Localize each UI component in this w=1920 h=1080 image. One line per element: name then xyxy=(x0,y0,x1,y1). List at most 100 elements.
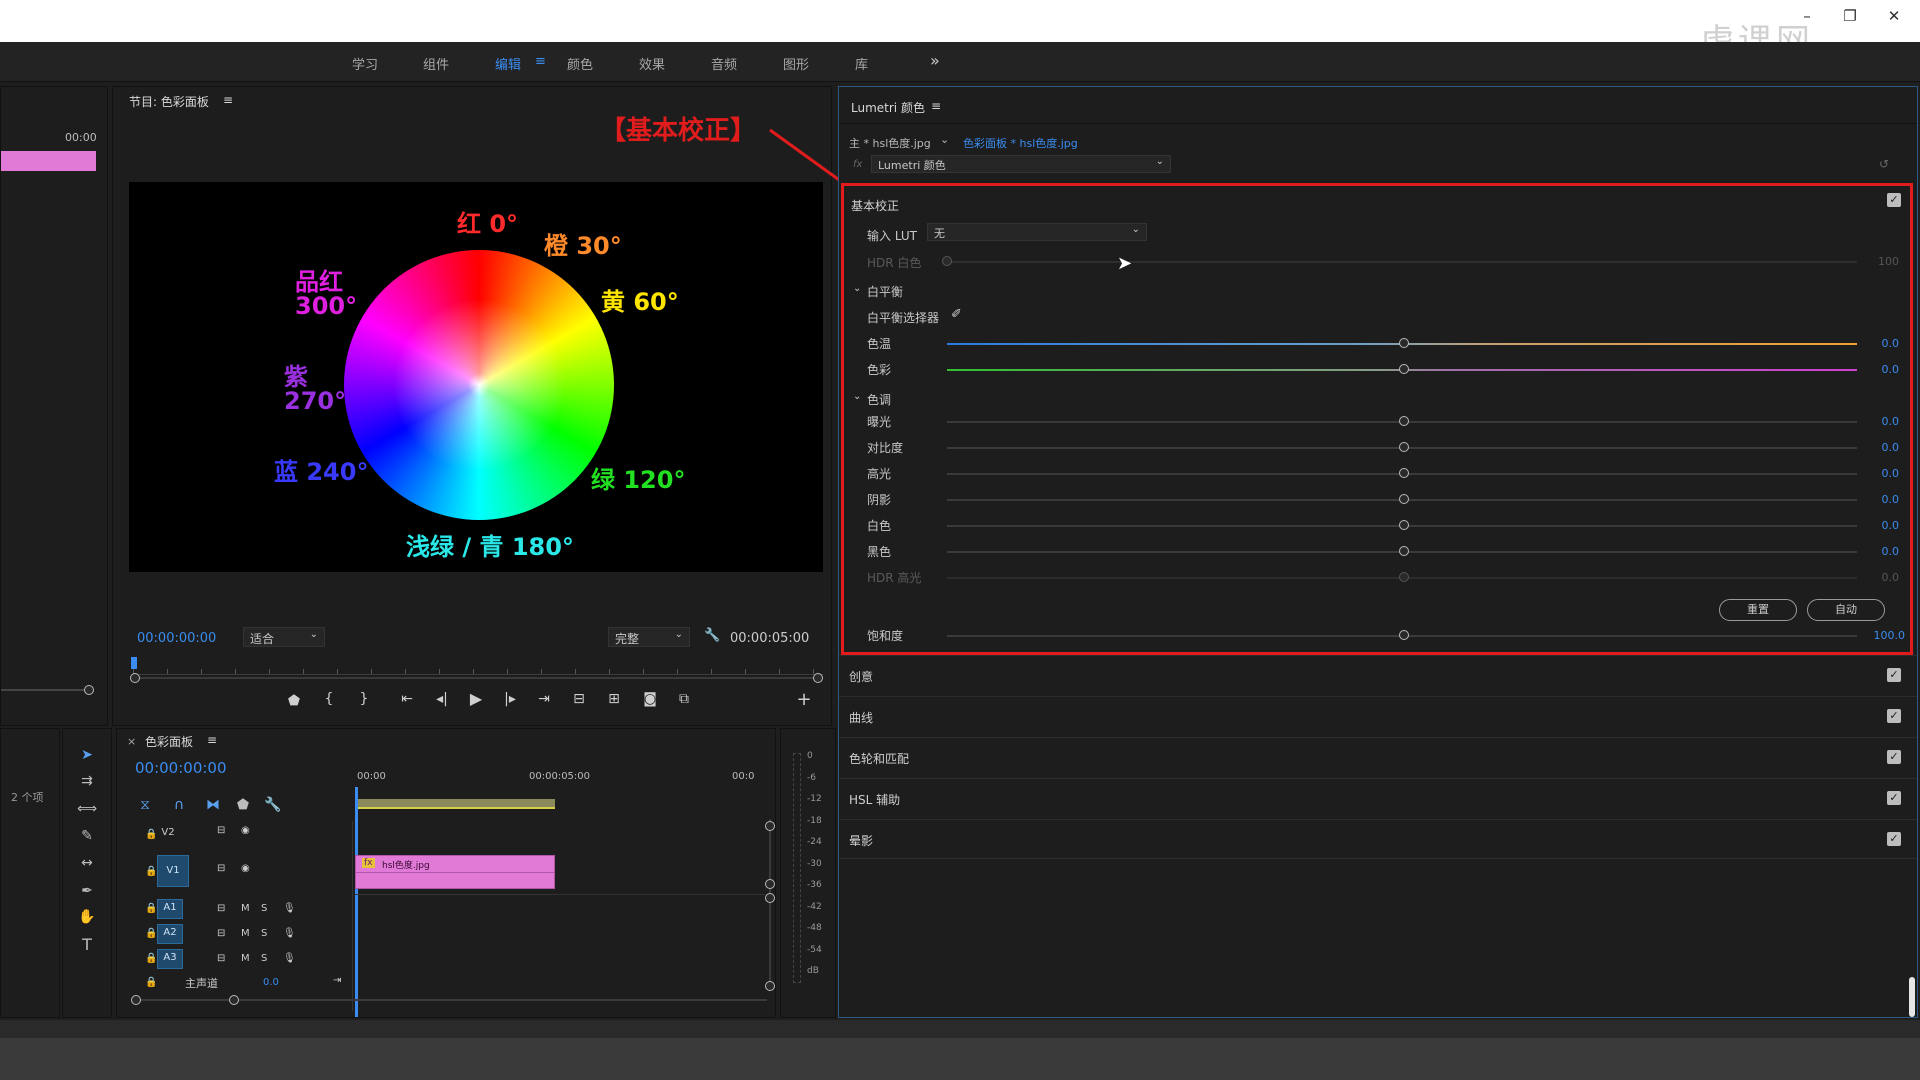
lock-icon[interactable]: 🔒 xyxy=(145,864,157,880)
temperature-value[interactable]: 0.0 xyxy=(1859,337,1900,350)
nest-icon[interactable]: ⧖ xyxy=(135,795,155,815)
tab-assembly[interactable]: 组件 xyxy=(423,54,449,73)
white-balance-title[interactable]: 白平衡 xyxy=(867,283,903,300)
basic-correction-checkbox[interactable]: ✓ xyxy=(1887,193,1901,207)
track-a3[interactable]: A3 xyxy=(157,949,183,969)
scrub-ruler[interactable] xyxy=(133,659,823,675)
section-color-wheels[interactable]: 色轮和匹配 ✓ xyxy=(839,737,1917,777)
solo-button[interactable]: S xyxy=(261,926,267,942)
sync-icon[interactable]: ⊟ xyxy=(217,861,225,877)
zoom-scrollbar[interactable] xyxy=(133,677,823,679)
chevron-down-icon[interactable]: ⌄ xyxy=(853,283,861,294)
vscroll-handle[interactable] xyxy=(765,981,775,991)
tab-editing[interactable]: 编辑 xyxy=(495,54,521,73)
mute-button[interactable]: M xyxy=(241,901,250,917)
slip-tool-icon[interactable]: ↔ xyxy=(77,853,97,873)
tone-value[interactable]: 0.0 xyxy=(1859,467,1900,480)
hand-tool-icon[interactable]: ✋ xyxy=(77,907,97,927)
master-track-value[interactable]: 0.0 xyxy=(263,977,279,988)
eye-icon[interactable]: ◉ xyxy=(241,823,250,839)
tone-value[interactable]: 0.0 xyxy=(1859,415,1900,428)
playhead[interactable] xyxy=(131,657,137,669)
mic-icon[interactable]: 🎙 xyxy=(283,901,296,917)
go-to-out-icon[interactable]: ⇥ xyxy=(533,691,555,707)
program-timecode[interactable]: 00:00:00:00 xyxy=(137,631,216,646)
eyedropper-icon[interactable]: ✐ xyxy=(951,307,962,322)
wrench-icon[interactable]: 🔧 xyxy=(263,795,283,815)
hdr-white-handle[interactable] xyxy=(942,256,952,266)
zoom-handle-left[interactable] xyxy=(130,673,140,683)
tone-slider-handle[interactable] xyxy=(1399,520,1409,530)
mark-out-icon[interactable]: } xyxy=(353,691,375,707)
tone-slider-handle[interactable] xyxy=(1399,572,1409,582)
saturation-handle[interactable] xyxy=(1399,630,1409,640)
source-sequence-tab[interactable]: 色彩面板 * hsl色度.jpg xyxy=(963,135,1078,151)
section-creative[interactable]: 创意 ✓ xyxy=(839,655,1917,695)
hdr-white-slider[interactable] xyxy=(947,261,1857,263)
hscroll-handle-right[interactable] xyxy=(229,995,239,1005)
hsl-checkbox[interactable]: ✓ xyxy=(1887,791,1901,805)
step-forward-icon[interactable]: |▸ xyxy=(499,691,521,707)
type-tool-icon[interactable]: T xyxy=(77,935,97,955)
razor-tool-icon[interactable]: ✎ xyxy=(77,826,97,846)
tab-audio[interactable]: 音频 xyxy=(711,54,737,73)
track-select-tool-icon[interactable]: ⇉ xyxy=(77,771,97,791)
solo-button[interactable]: S xyxy=(261,951,267,967)
section-vignette[interactable]: 晕影 ✓ xyxy=(839,819,1917,859)
section-hsl-secondary[interactable]: HSL 辅助 ✓ xyxy=(839,778,1917,818)
export-frame-icon[interactable]: ◙ xyxy=(639,691,661,707)
lumetri-scrollbar[interactable] xyxy=(1909,977,1915,1017)
add-button-icon[interactable]: + xyxy=(793,689,815,710)
hdr-white-value[interactable]: 100 xyxy=(1859,255,1899,268)
mark-in-icon[interactable]: { xyxy=(318,691,340,707)
lock-icon[interactable]: 🔒 xyxy=(145,901,157,917)
tone-slider-handle[interactable] xyxy=(1399,442,1409,452)
color-wheels-checkbox[interactable]: ✓ xyxy=(1887,750,1901,764)
tone-slider-handle[interactable] xyxy=(1399,494,1409,504)
solo-button[interactable]: S xyxy=(261,901,267,917)
ripple-edit-tool-icon[interactable]: ⟺ xyxy=(77,799,97,819)
work-area-bar[interactable] xyxy=(355,799,555,809)
source-main-tab[interactable]: 主 * hsl色度.jpg xyxy=(849,135,931,151)
pen-tool-icon[interactable]: ✒ xyxy=(77,881,97,901)
auto-button[interactable]: 自动 xyxy=(1807,599,1885,621)
tone-value[interactable]: 0.0 xyxy=(1859,519,1900,532)
program-menu-icon[interactable]: ≡ xyxy=(223,93,233,107)
compare-view-icon[interactable]: ⧉ xyxy=(673,691,695,707)
restore-button[interactable]: ❐ xyxy=(1838,6,1862,26)
vscroll-handle[interactable] xyxy=(765,821,775,831)
tone-slider-handle[interactable] xyxy=(1399,546,1409,556)
tone-value[interactable]: 0.0 xyxy=(1859,493,1900,506)
track-v1[interactable]: V1 xyxy=(157,855,189,887)
lumetri-menu-icon[interactable]: ≡ xyxy=(931,99,941,113)
saturation-value[interactable]: 100.0 xyxy=(1859,629,1906,642)
input-lut-dropdown[interactable]: 无 ⌄ xyxy=(927,223,1147,241)
reset-button[interactable]: 重置 xyxy=(1719,599,1797,621)
tab-color[interactable]: 颜色 xyxy=(567,54,593,73)
lift-icon[interactable]: ⊟ xyxy=(568,691,590,707)
lock-icon[interactable]: 🔒 xyxy=(145,951,157,967)
temperature-handle[interactable] xyxy=(1399,338,1409,348)
add-marker-icon[interactable]: ⬟ xyxy=(233,795,253,815)
more-workspaces-icon[interactable]: » xyxy=(930,51,940,70)
lock-icon[interactable]: 🔒 xyxy=(145,975,157,991)
curves-checkbox[interactable]: ✓ xyxy=(1887,709,1901,723)
tint-handle[interactable] xyxy=(1399,364,1409,374)
eye-icon[interactable]: ◉ xyxy=(241,861,250,877)
mic-icon[interactable]: 🎙 xyxy=(283,951,296,967)
workspace-menu-icon[interactable]: ≡ xyxy=(535,54,546,69)
tone-value[interactable]: 0.0 xyxy=(1859,441,1900,454)
go-to-end-icon[interactable]: ⇥ xyxy=(333,973,341,989)
close-sequence-icon[interactable]: × xyxy=(127,735,136,748)
extract-icon[interactable]: ⊞ xyxy=(603,691,625,707)
track-v2[interactable]: V2 xyxy=(155,825,181,841)
tone-value[interactable]: 0.0 xyxy=(1859,545,1900,558)
go-to-in-icon[interactable]: ⇤ xyxy=(396,691,418,707)
timeline-timecode[interactable]: 00:00:00:00 xyxy=(135,759,227,777)
timeline-playhead[interactable] xyxy=(355,787,358,1017)
tab-graphics[interactable]: 图形 xyxy=(783,54,809,73)
snap-icon[interactable]: ∩ xyxy=(169,795,189,815)
sync-icon[interactable]: ⊟ xyxy=(217,901,225,917)
tab-effects[interactable]: 效果 xyxy=(639,54,665,73)
tab-learn[interactable]: 学习 xyxy=(352,54,378,73)
